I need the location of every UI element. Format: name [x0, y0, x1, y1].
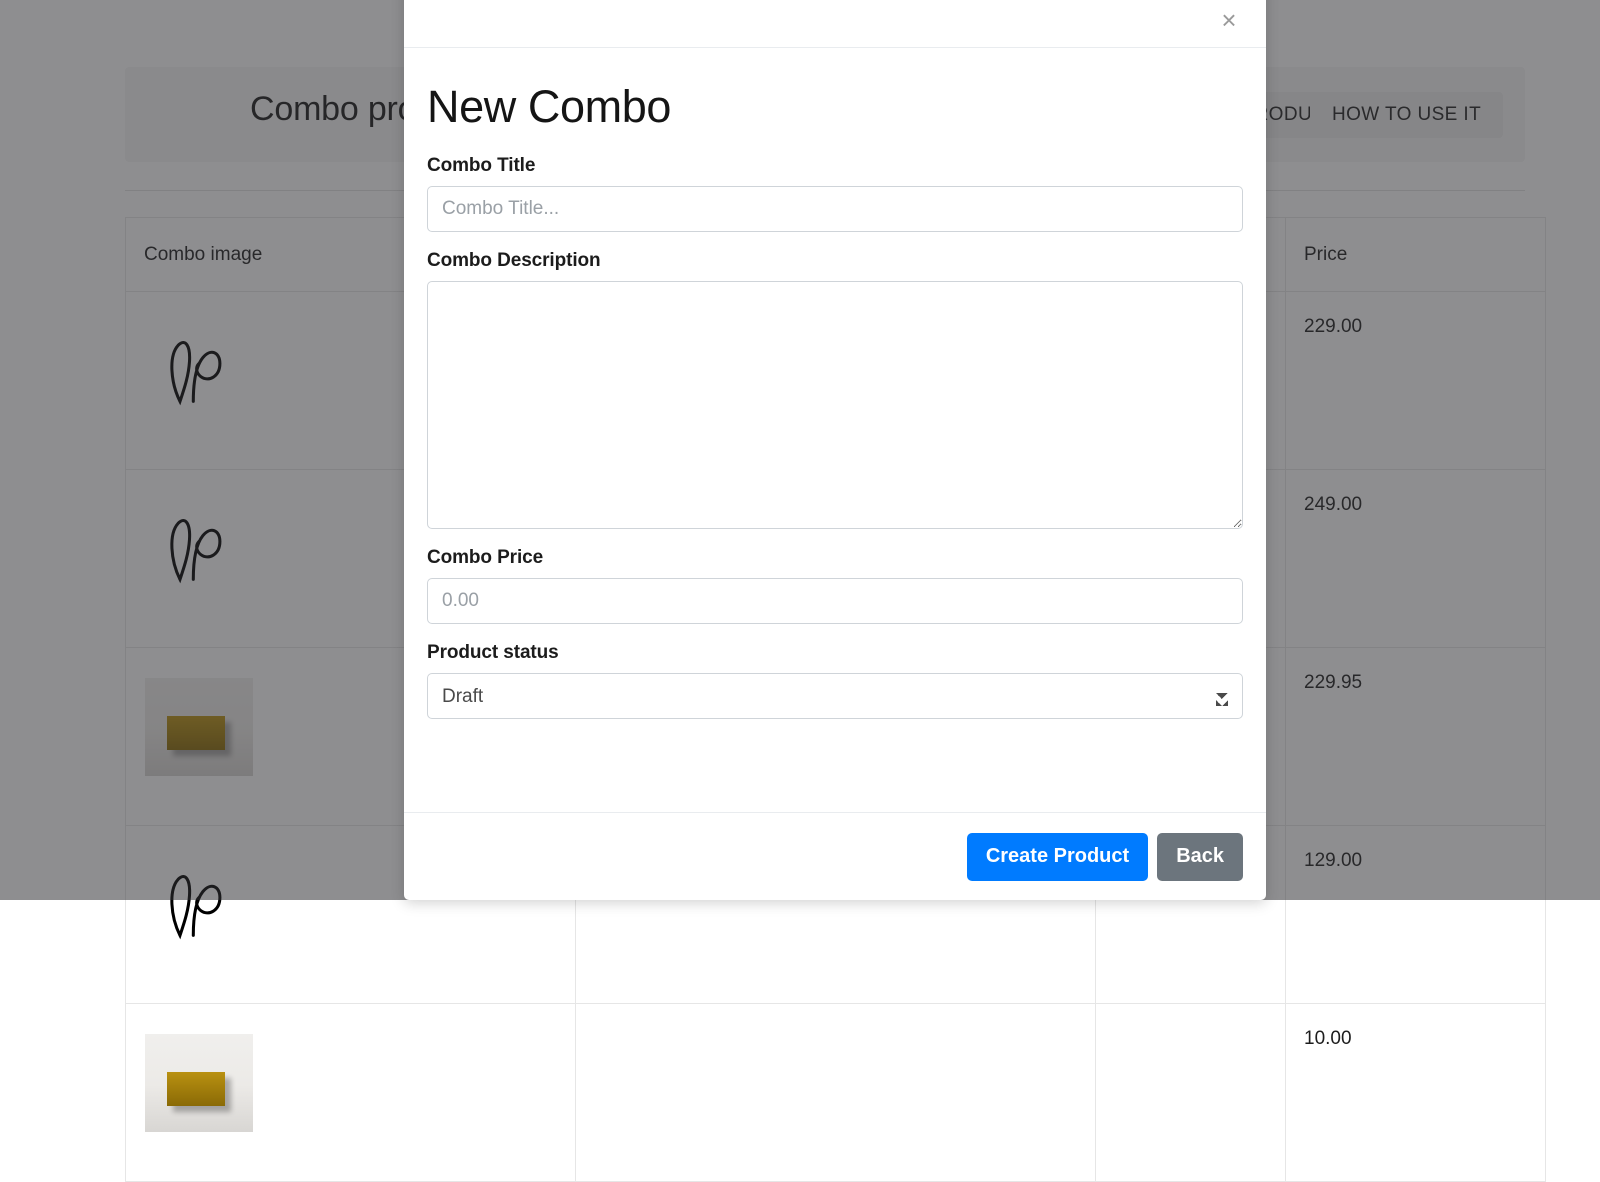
modal-title: New Combo [427, 84, 1243, 129]
field-combo-price: Combo Price [427, 547, 1243, 624]
create-product-button[interactable]: Create Product [967, 833, 1148, 881]
combo-price-input[interactable] [427, 578, 1243, 624]
cell-combo-image [126, 1004, 576, 1182]
new-combo-modal: × New Combo Combo Title Combo Descriptio… [404, 0, 1266, 900]
modal-footer: Create Product Back [404, 812, 1266, 900]
combo-title-label: Combo Title [427, 155, 1243, 177]
field-combo-description: Combo Description [427, 250, 1243, 529]
table-row[interactable]: 10.00 [126, 1004, 1546, 1182]
cell-price: 10.00 [1286, 1004, 1546, 1182]
combo-description-label: Combo Description [427, 250, 1243, 272]
modal-body: New Combo Combo Title Combo Description … [404, 48, 1266, 812]
combo-price-label: Combo Price [427, 547, 1243, 569]
field-product-status: Product status Draft [427, 642, 1243, 719]
product-status-label: Product status [427, 642, 1243, 664]
combo-title-input[interactable] [427, 186, 1243, 232]
thumbnail-cell [144, 1028, 254, 1138]
back-button[interactable]: Back [1157, 833, 1243, 881]
cell-description [1096, 1004, 1286, 1182]
combo-description-textarea[interactable] [427, 281, 1243, 529]
cell-combo-title [576, 1004, 1096, 1182]
field-combo-title: Combo Title [427, 155, 1243, 232]
product-photo-icon [145, 1034, 253, 1132]
close-icon[interactable]: × [1212, 3, 1246, 37]
modal-header: × [404, 0, 1266, 48]
product-status-select[interactable]: Draft [427, 673, 1243, 719]
